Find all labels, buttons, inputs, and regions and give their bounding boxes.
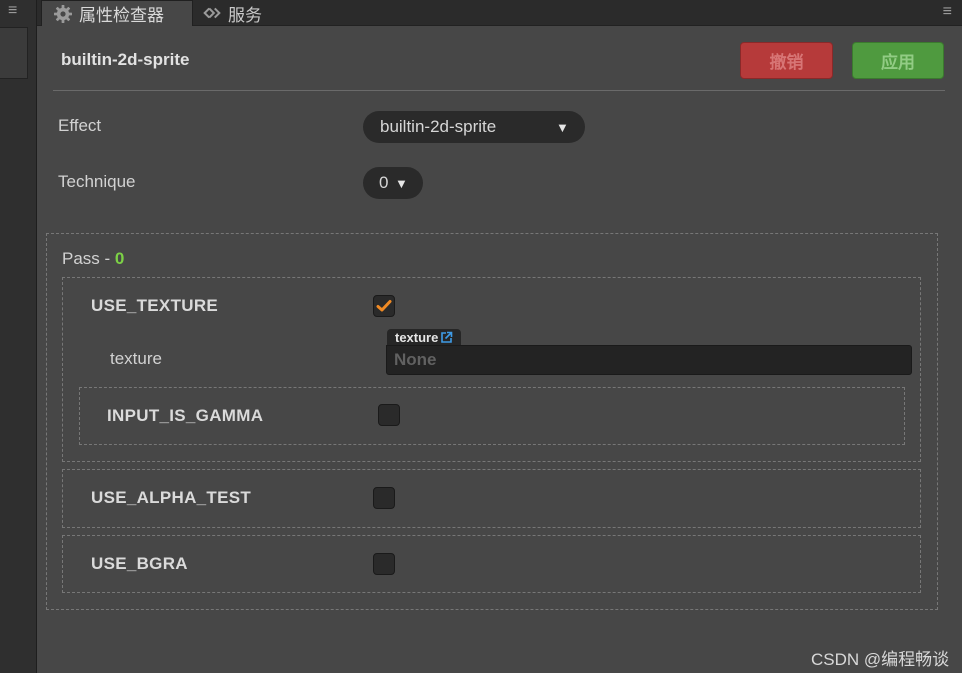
chevron-down-icon: ▼ (395, 176, 408, 191)
external-link-icon[interactable] (440, 331, 453, 344)
technique-select[interactable]: 0 ▼ (363, 167, 423, 199)
texture-label: texture (110, 349, 162, 368)
checkmark-icon (376, 300, 392, 312)
pass-title-label: Pass - (62, 249, 115, 268)
define-label-use-texture: USE_TEXTURE (91, 296, 219, 315)
apply-button[interactable]: 应用 (852, 42, 944, 79)
tab-service-label: 服务 (228, 5, 262, 25)
texture-asset-value: None (394, 350, 437, 369)
define-label-use-alpha-test: USE_ALPHA_TEST (91, 488, 252, 507)
define-label-use-bgra: USE_BGRA (91, 554, 188, 573)
effect-select-value: builtin-2d-sprite (380, 117, 497, 136)
use-alpha-test-checkbox[interactable] (373, 487, 395, 509)
left-panel-strip: ≡ (0, 0, 37, 673)
tab-menu-icon[interactable]: ≡ (943, 3, 952, 21)
define-group-use-bgra (62, 535, 921, 593)
texture-asset-field[interactable]: None (386, 345, 912, 375)
use-texture-checkbox[interactable] (373, 295, 395, 317)
texture-asset-type: texture (395, 330, 439, 345)
input-is-gamma-checkbox[interactable] (378, 404, 400, 426)
technique-label: Technique (58, 172, 136, 191)
gear-icon (52, 4, 74, 24)
header-divider (53, 90, 945, 91)
service-link-icon (201, 3, 223, 23)
use-bgra-checkbox[interactable] (373, 553, 395, 575)
define-label-input-is-gamma: INPUT_IS_GAMMA (107, 406, 264, 425)
texture-asset-type-tag: texture (387, 329, 462, 346)
effect-select[interactable]: builtin-2d-sprite ▼ (363, 111, 585, 143)
tab-service[interactable]: 服务 (199, 0, 262, 26)
technique-select-value: 0 (379, 173, 389, 192)
tab-inspector[interactable]: 属性检查器 (41, 0, 193, 26)
chevron-down-icon: ▼ (556, 120, 569, 135)
tab-inspector-label: 属性检查器 (79, 6, 164, 25)
material-title: builtin-2d-sprite (61, 50, 190, 69)
left-panel-slot (0, 27, 28, 79)
pass-title: Pass - 0 (62, 249, 124, 269)
undo-button[interactable]: 撤销 (740, 42, 833, 79)
effect-label: Effect (58, 116, 102, 135)
pass-index: 0 (114, 249, 125, 268)
watermark-text: CSDN @编程畅谈 (811, 650, 950, 669)
tab-bar: 属性检查器 服务 ≡ (37, 0, 962, 26)
panel-menu-icon[interactable]: ≡ (8, 3, 22, 19)
